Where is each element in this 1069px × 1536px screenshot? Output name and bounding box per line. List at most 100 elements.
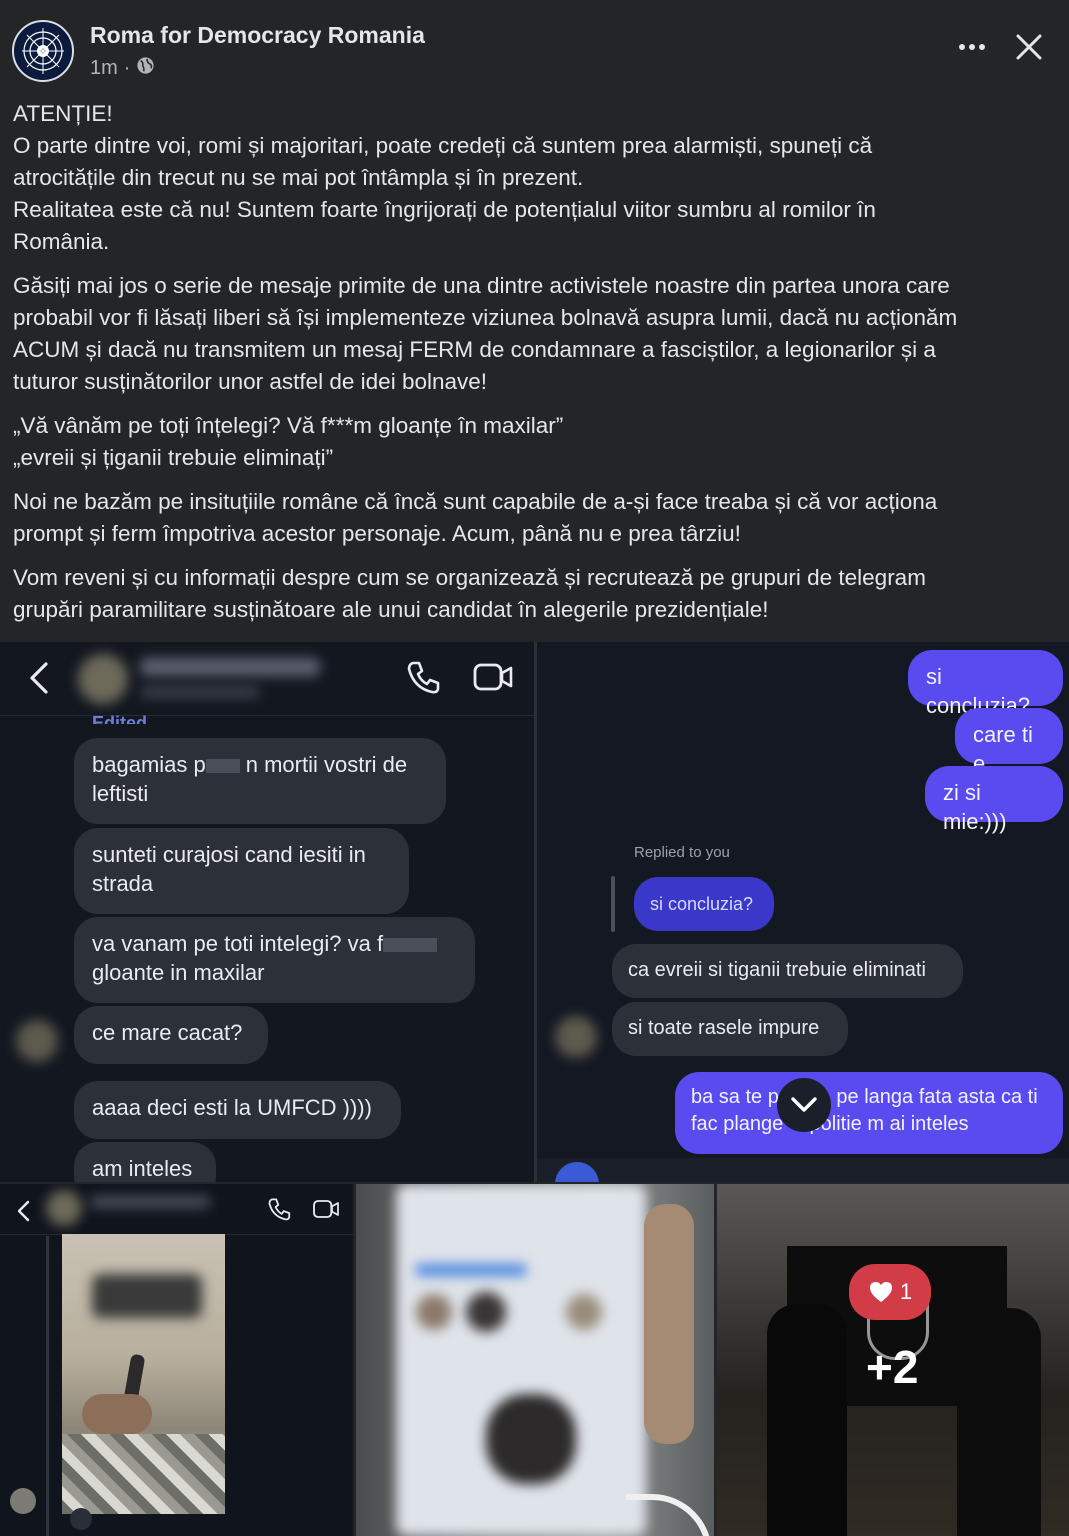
contact-name-redacted (90, 1196, 210, 1208)
text-line: grupări paramilitare susținătoare ale un… (13, 597, 769, 622)
text-line: Vom reveni și cu informații despre cum s… (13, 565, 926, 590)
hand-shape (82, 1394, 152, 1434)
paragraph-3: „Vă vânăm pe toți înțelegi? Vă f***m glo… (13, 410, 1053, 474)
reaction-icon (70, 1508, 92, 1530)
message-text: sunteti curajosi cand iesiti in (92, 842, 366, 867)
sent-message-bubble: care ti e (955, 708, 1063, 776)
hand-shape (644, 1204, 694, 1444)
photo-2[interactable] (356, 1184, 714, 1536)
text-line: Realitatea este că nu! Suntem foarte îng… (13, 197, 876, 222)
meta-separator: · (123, 57, 131, 79)
message-bubble: si toate rasele impure (612, 1002, 848, 1056)
sent-message-bubble: zi si mie:))) (925, 766, 1063, 834)
contact-avatar (46, 1190, 82, 1226)
message-bubble: aaaa deci esti la UMFCD )))) (74, 1081, 401, 1139)
message-text: n mortii vostri de (245, 752, 408, 777)
sender-avatar (16, 1020, 58, 1062)
sender-avatar (10, 1488, 36, 1514)
message-text: leftisti (92, 781, 149, 806)
edited-label: Edited (92, 713, 148, 724)
sent-message-bubble: ba sa te p pe langa fata asta ca ti fac … (675, 1072, 1063, 1154)
message-text: ba sa te p (691, 1086, 779, 1108)
text-line: „evreii și țiganii trebuie eliminați” (13, 445, 334, 470)
message-bubble: bagamias p n mortii vostri de leftisti (74, 738, 446, 824)
message-text: si concluzia? (650, 894, 754, 914)
reaction-badge[interactable]: 1 (849, 1264, 931, 1320)
message-text: strada (92, 871, 154, 896)
message-bubble: va vanam pe toti intelegi? va f gloante … (74, 917, 475, 1003)
scroll-down-button[interactable] (777, 1078, 831, 1132)
video-call-icon (312, 1197, 340, 1226)
sender-avatar (555, 1016, 597, 1058)
paragraph-1: ATENȚIE! O parte dintre voi, romi și maj… (13, 98, 1053, 258)
message-text: zi si mie:))) (943, 780, 1007, 834)
post-text: ATENȚIE! O parte dintre voi, romi și maj… (13, 98, 1053, 638)
message-text: ce mare cacat? (92, 1020, 243, 1045)
paragraph-2: Găsiți mai jos o serie de mesaje primite… (13, 270, 1053, 398)
text-line: Noi ne bazăm pe insituțiile române că în… (13, 489, 938, 514)
message-text: pe langa fata asta ca ti (836, 1086, 1038, 1108)
text-line: O parte dintre voi, romi și majoritari, … (13, 133, 873, 158)
text-line: „Vă vânăm pe toți înțelegi? Vă f***m glo… (13, 413, 564, 438)
reply-quote-line (611, 876, 615, 932)
message-text: va vanam pe toti intelegi? va f (92, 931, 384, 956)
screenshot-chat-left[interactable]: Edited bagamias p n mortii vostri de left… (0, 642, 534, 1182)
reply-quote-line (46, 1236, 49, 1536)
replied-label: Replied to you (634, 844, 730, 861)
chat-header-divider (0, 715, 534, 716)
phone-icon (266, 1196, 292, 1227)
photo-caption-redacted (92, 1274, 202, 1318)
shared-photo (62, 1234, 225, 1514)
message-text: aaaa deci esti la UMFCD )))) (92, 1095, 372, 1120)
message-text: bagamias p (92, 752, 206, 777)
message-bubble: ca evreii si tiganii trebuie eliminati (612, 944, 963, 998)
close-icon[interactable] (1012, 30, 1046, 64)
chevron-down-icon (791, 1097, 817, 1112)
sent-message-bubble: si concluzia? (908, 650, 1063, 718)
post-meta: 1m · (90, 56, 155, 81)
message-text: am inteles (92, 1156, 193, 1181)
screen-avatar (416, 1294, 452, 1330)
text-line: probabil vor fi lăsați liberi să își imp… (13, 305, 958, 330)
text-line: ATENȚIE! (13, 101, 113, 126)
text-line: prompt și ferm împotriva acestor persona… (13, 521, 741, 546)
screen-bar (416, 1264, 526, 1276)
contact-status-redacted (140, 686, 260, 698)
video-call-icon (472, 660, 514, 699)
message-bubble: sunteti curajosi cand iesiti in strada (74, 828, 409, 914)
screen-avatar (466, 1292, 506, 1332)
message-text: gloante in maxilar (92, 960, 265, 985)
heart-icon (869, 1282, 892, 1302)
screen-avatar (566, 1294, 602, 1330)
message-bubble: am inteles (74, 1142, 216, 1182)
post-time[interactable]: 1m (90, 57, 118, 80)
text-line: Găsiți mai jos o serie de mesaje primite… (13, 273, 950, 298)
photo-1[interactable] (0, 1184, 353, 1536)
page-name[interactable]: Roma for Democracy Romania (90, 22, 425, 49)
more-photos-count[interactable]: +2 (866, 1340, 918, 1394)
pants-shape (62, 1434, 225, 1514)
message-text: ca evreii si tiganii trebuie eliminati (628, 959, 926, 981)
post-header: Roma for Democracy Romania 1m · (0, 0, 1069, 96)
redaction-bar (205, 759, 240, 774)
more-options-icon[interactable] (955, 30, 989, 64)
message-text: si toate rasele impure (628, 1017, 820, 1039)
page-avatar[interactable] (12, 20, 74, 82)
phone-icon (404, 658, 442, 701)
globe-icon (136, 56, 155, 81)
screenshot-chat-right[interactable]: si concluzia? care ti e zi si mie:))) Re… (537, 642, 1069, 1182)
contact-avatar (78, 654, 128, 704)
redaction-bar (383, 938, 438, 953)
back-chevron-icon (24, 658, 54, 703)
text-line: ACUM și dacă nu transmitem un mesaj FERM… (13, 337, 936, 362)
reaction-count: 1 (899, 1279, 913, 1304)
paragraph-5: Vom reveni și cu informații despre cum s… (13, 562, 1053, 626)
composer-bar (537, 1158, 1069, 1182)
paragraph-4: Noi ne bazăm pe insituțiile române că în… (13, 486, 1053, 550)
quoted-message-bubble: si concluzia? (634, 877, 774, 931)
text-line: tuturor susținătorilor unor astfel de id… (13, 369, 488, 394)
message-bubble: ce mare cacat? (74, 1006, 268, 1064)
text-line: România. (13, 229, 110, 254)
back-chevron-icon (14, 1198, 34, 1229)
text-line: atrocitățile din trecut nu se mai pot în… (13, 165, 584, 190)
